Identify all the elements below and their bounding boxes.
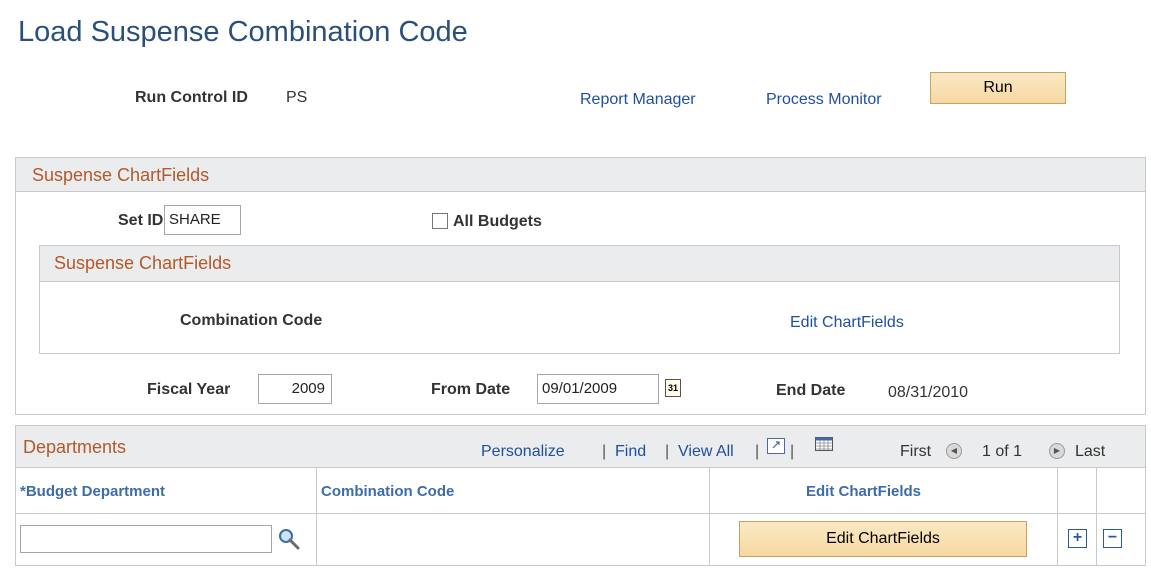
inner-suspense-section: Suspense ChartFields bbox=[39, 245, 1120, 354]
inner-suspense-header: Suspense ChartFields bbox=[40, 246, 1119, 282]
toolbar-separator: | bbox=[755, 443, 760, 460]
run-button[interactable]: Run bbox=[930, 72, 1066, 104]
setid-input[interactable]: SHARE bbox=[164, 205, 241, 235]
calendar-icon[interactable]: 31 bbox=[665, 379, 681, 397]
personalize-link[interactable]: Personalize bbox=[481, 443, 565, 461]
process-monitor-link[interactable]: Process Monitor bbox=[766, 91, 882, 109]
first-label: First bbox=[900, 443, 932, 460]
departments-header: Departments bbox=[16, 426, 1145, 468]
last-label: Last bbox=[1075, 443, 1106, 460]
toolbar-separator: | bbox=[790, 443, 795, 460]
download-grid-icon[interactable] bbox=[815, 437, 833, 451]
toolbar-separator: | bbox=[602, 443, 607, 460]
lookup-icon[interactable] bbox=[277, 527, 301, 551]
all-budgets-label: All Budgets bbox=[453, 213, 542, 230]
previous-icon[interactable]: ◀ bbox=[946, 443, 962, 459]
edit-chartfields-button[interactable]: Edit ChartFields bbox=[739, 521, 1027, 557]
column-header-combination-code: Combination Code bbox=[321, 483, 455, 500]
find-link[interactable]: Find bbox=[615, 443, 646, 461]
column-header-budget-department: *Budget Department bbox=[20, 483, 166, 500]
grid-row-divider bbox=[16, 513, 1145, 514]
combination-code-label: Combination Code bbox=[180, 312, 323, 329]
zoom-icon[interactable] bbox=[767, 438, 785, 454]
add-row-icon[interactable]: + bbox=[1068, 529, 1087, 548]
from-date-label: From Date bbox=[431, 381, 511, 398]
end-date-value: 08/31/2010 bbox=[888, 384, 969, 401]
column-header-edit-chartfields: Edit ChartFields bbox=[806, 483, 922, 500]
grid-column-divider bbox=[709, 468, 710, 565]
next-icon[interactable]: ▶ bbox=[1049, 443, 1065, 459]
run-control-id-value: PS bbox=[286, 89, 308, 106]
grid-column-divider bbox=[1057, 468, 1058, 565]
run-control-id-label: Run Control ID bbox=[135, 89, 248, 106]
toolbar-separator: | bbox=[665, 443, 670, 460]
fiscal-year-input[interactable]: 2009 bbox=[258, 374, 332, 404]
end-date-label: End Date bbox=[776, 382, 846, 399]
from-date-input[interactable]: 09/01/2009 bbox=[537, 374, 659, 404]
view-all-link[interactable]: View All bbox=[678, 443, 734, 461]
delete-row-icon[interactable]: − bbox=[1103, 529, 1122, 548]
page-title: Load Suspense Combination Code bbox=[18, 16, 468, 48]
grid-column-divider bbox=[1096, 468, 1097, 565]
report-manager-link[interactable]: Report Manager bbox=[580, 91, 696, 109]
budget-department-input[interactable] bbox=[20, 525, 272, 553]
grid-column-divider bbox=[316, 468, 317, 565]
edit-chartfields-link[interactable]: Edit ChartFields bbox=[790, 314, 904, 332]
fiscal-year-label: Fiscal Year bbox=[147, 381, 231, 398]
setid-label: Set ID bbox=[118, 212, 164, 229]
suspense-chartfields-header: Suspense ChartFields bbox=[16, 158, 1145, 192]
row-count: 1 of 1 bbox=[982, 443, 1023, 460]
all-budgets-checkbox[interactable] bbox=[432, 213, 448, 229]
